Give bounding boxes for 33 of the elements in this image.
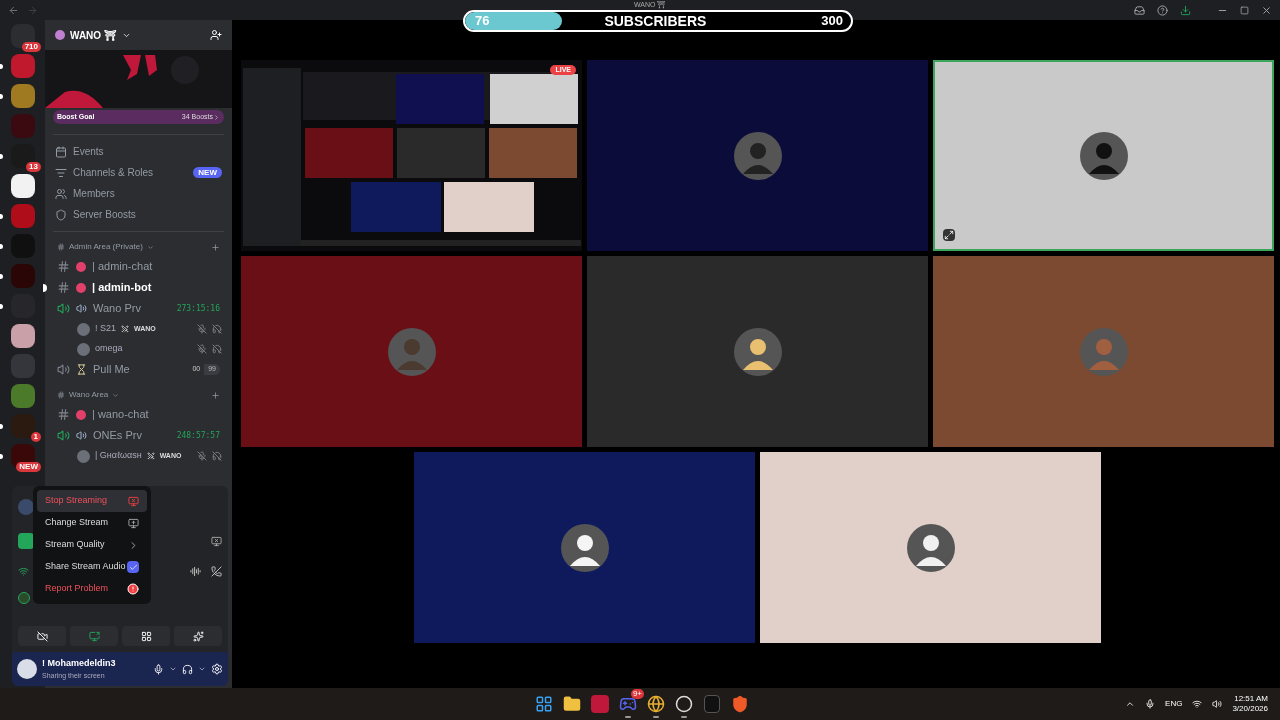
voice-channel[interactable]: ONEs Prv 248:57:57 (53, 425, 224, 446)
menu-item[interactable]: Change Stream (37, 512, 147, 534)
menu-item[interactable]: Report Problem (37, 578, 147, 600)
notification-badge: NEW (16, 462, 41, 472)
clock-date[interactable]: 3/20/2026 (1232, 704, 1268, 714)
goal-target: 300 (821, 12, 843, 30)
language-indicator[interactable]: ENG (1165, 698, 1183, 710)
menu-item[interactable]: Server Boosts (53, 204, 224, 225)
channel-item[interactable]: | admin-bot (53, 277, 224, 298)
menu-item[interactable]: Stop Streaming (37, 490, 147, 512)
notification-badge: 9+ (630, 689, 644, 699)
channel-item[interactable]: | admin-chat (53, 256, 224, 277)
server-name[interactable]: WANO ⛩ (70, 27, 117, 43)
category-label[interactable]: Admin Area (Private) (69, 241, 143, 253)
menu-item[interactable]: Channels & Roles NEW (53, 162, 224, 183)
notification-badge: 710 (21, 42, 41, 52)
channel-item[interactable]: | wano-chat (53, 404, 224, 425)
voice-user[interactable]: omega (77, 339, 222, 359)
menu-item[interactable]: Members (53, 183, 224, 204)
call-timer: 248:57:57 (176, 429, 220, 442)
username: ! Mohamedeldin3 (42, 657, 116, 670)
clock-time[interactable]: 12:51 AM (1234, 694, 1268, 704)
goal-label: SUBSCRIBERS (604, 12, 707, 30)
notification-badge: 13 (26, 162, 41, 172)
call-timer: 273:15:16 (176, 302, 220, 315)
notification-badge: 1 (30, 432, 41, 442)
new-badge: NEW (193, 167, 222, 178)
voice-channel[interactable]: Wano Prv 273:15:16 (53, 298, 224, 319)
menu-item[interactable]: Stream Quality (37, 534, 147, 556)
menu-item[interactable]: Share Stream Audio (37, 556, 147, 578)
menu-item[interactable]: Events (53, 141, 224, 162)
subscriber-count: 76 (475, 12, 490, 30)
category-label[interactable]: Wano Area (69, 389, 109, 401)
